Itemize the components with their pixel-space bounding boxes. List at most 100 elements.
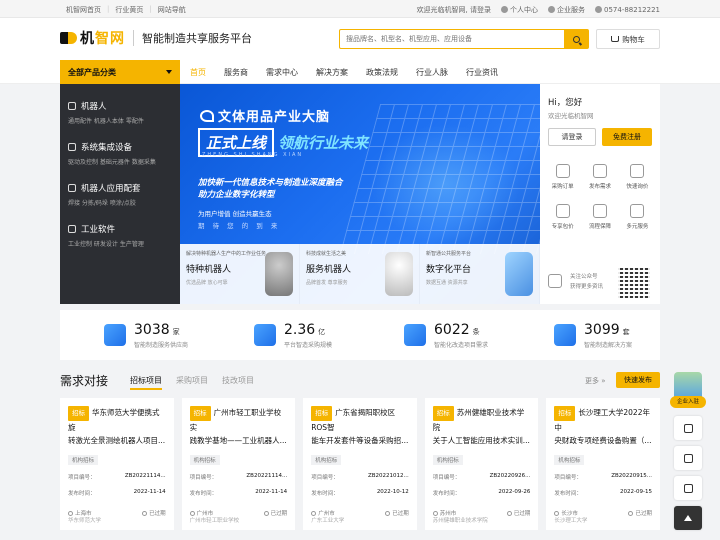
logo-divider [133,30,134,46]
enterprise-link[interactable]: 企业服务 [548,5,585,15]
nav-network[interactable]: 行业人脉 [416,67,448,78]
integration-icon [68,143,76,151]
order-icon [555,164,570,178]
status-badge: 已过期 [513,511,531,517]
demand-card[interactable]: 招标 华东师范大学便携式旋 转激光全景测绘机器人项目... 机构招标 项目编号： ZB… [60,398,174,530]
stat-providers: 3038 家智能制造服务供应商 [60,310,210,360]
nav-demand-center[interactable]: 需求中心 [266,67,298,78]
enterprise-label: 企业服务 [557,6,586,14]
flag-icon [254,324,276,346]
demand-card[interactable]: 招标 长沙理工大学2022年中 央财政专项经费设备购置（... 机构招标 项目编号：… [546,398,660,530]
login-button[interactable]: 请登录 [548,128,596,146]
logo-icon [60,29,78,47]
category-title: 机器人应用配套 [81,184,141,194]
join-button[interactable]: 企业入驻 [670,372,706,410]
nav-policies[interactable]: 政策法规 [366,67,398,78]
top-link-yellowpages[interactable]: 行业黄页 [115,5,143,15]
service-icon [630,204,645,218]
solution-icon [554,324,576,346]
search-button[interactable] [564,30,588,48]
quick-publish-button[interactable]: 快速发布 [616,372,660,388]
category-title: 工业软件 [81,225,116,235]
cart-icon [611,36,620,42]
category-sub: 工业控制 研发设计 生产管理 [68,241,144,248]
tab-renovation[interactable]: 技改项目 [222,375,254,390]
clock-icon [142,511,148,516]
clock-icon [506,511,512,516]
promo-digital-platform[interactable]: 新智通公共服务平台 数字化平台 数据互通 资源共享 [420,244,540,304]
card-title: 招标 长沙理工大学2022年中 央财政专项经费设备购置（... [554,406,652,445]
login-panel: Hi，您好 欢迎光临机智网 请登录 免费注册 采购订单 发布需求 快速询价 专享… [540,84,660,304]
shield-icon [592,204,607,218]
phone-button[interactable] [674,416,702,440]
separator: | [107,5,110,13]
nav-home[interactable]: 首页 [190,67,206,78]
quick-purchase-order[interactable]: 采购订单 [544,164,581,190]
stat-purchase-scale: 2.36 亿平台智造采购规模 [210,310,360,360]
feedback-button[interactable] [674,476,702,500]
more-link[interactable]: 更多 » [585,376,606,386]
quick-process-guarantee[interactable]: 流程保障 [581,204,618,230]
user-center-label: 个人中心 [510,6,539,14]
status-badge: 已过期 [392,511,409,517]
user-center-link[interactable]: 个人中心 [501,5,538,15]
category-robot[interactable]: 机器人 通用配件 机器人本体 零配件 [68,100,144,125]
search-icon [572,35,580,43]
top-bar: 机智网首页 | 行业黄页 | 网站导航 欢迎光临机智网, 请登录 个人中心 企业… [0,0,720,18]
demand-card[interactable]: 招标 广东省揭阳职校区ROS智 能车开发套件等设备采购招... 机构招标 项目编号：… [303,398,417,530]
tab-purchase[interactable]: 采购项目 [176,375,208,390]
category-tag: 机构招标 [189,455,220,465]
category-software[interactable]: 工业软件 工业控制 研发设计 生产管理 [68,223,144,248]
publish-date-row: 发布时间： 2022-09-15 [554,489,652,497]
promo-special-robot[interactable]: 解决特种机器人生产中的工作业任务 特种机器人 优选品牌 放心可靠 [180,244,300,304]
project-no-row: 项目编号： ZB20220915... [554,473,652,481]
promo-service-robot[interactable]: 科技成就生活之美 服务机器人 品牌首发 尊享服务 [300,244,420,304]
all-categories-label: 全部产品分类 [68,68,116,77]
top-link-home[interactable]: 机智网首页 [66,5,101,15]
tender-badge: 招标 [432,406,454,421]
quick-multi-service[interactable]: 多元服务 [619,204,656,230]
card-title: 招标 广州市轻工职业学校实 践教学基地——工业机器人... [189,406,287,445]
category-application[interactable]: 机器人应用配套 焊接 分拣/码垛 喷涂/点胶 [68,182,141,207]
search-input[interactable] [340,30,560,48]
cubes-image [505,252,533,296]
category-tag: 机构招标 [554,455,585,465]
category-title: 机器人 [81,102,107,112]
quick-exclusive-price[interactable]: 专享包价 [544,204,581,230]
back-to-top-button[interactable] [674,506,702,530]
clock-icon [628,511,634,516]
top-link-sitemap[interactable]: 网站导航 [158,5,186,15]
nav-solutions[interactable]: 解决方案 [316,67,348,78]
quick-publish-demand[interactable]: 发布需求 [581,164,618,190]
organization: 广东工业大学 [311,518,345,524]
project-no-row: 项目编号： ZB20220926... [432,473,531,481]
demand-card[interactable]: 招标 广州市轻工职业学校实 践教学基地——工业机器人... 机构招标 项目编号： ZB… [181,398,296,530]
all-categories-button[interactable]: 全部产品分类 [60,60,180,84]
qr-button[interactable] [674,446,702,470]
price-icon [555,204,570,218]
banner-line1: 加快新一代信息技术与制造业深度融合 [198,178,343,188]
demand-card[interactable]: 招标 苏州健雄职业技术学院 关于人工智能应用技术实训... 机构招标 项目编号： ZB… [424,398,539,530]
tender-badge: 招标 [554,406,576,421]
header: 机智网 智能制造共享服务平台 购物车 [0,18,720,60]
nav-news[interactable]: 行业资讯 [466,67,498,78]
project-no-row: 项目编号： ZB20221114... [68,473,166,481]
category-panel: 机器人 通用配件 机器人本体 零配件 系统集成设备 驱动及控制 基础元器件 数据… [60,84,180,304]
nav-providers[interactable]: 服务商 [224,67,248,78]
arrow-up-icon [684,515,692,521]
qr-code [618,266,650,298]
category-integration[interactable]: 系统集成设备 驱动及控制 基础元器件 数据采集 [68,141,156,166]
logo-text: 机智网 [80,31,125,47]
application-icon [68,184,76,192]
welcome-login-link[interactable]: 欢迎光临机智网, 请登录 [417,5,491,15]
cart-label: 购物车 [622,34,645,44]
site-logo[interactable]: 机智网 智能制造共享服务平台 [60,28,252,48]
quick-inquiry[interactable]: 快速询价 [619,164,656,190]
tender-badge: 招标 [189,406,211,421]
register-button[interactable]: 免费注册 [602,128,652,146]
qr-icon [683,453,693,463]
document-icon [404,324,426,346]
tab-tender[interactable]: 招标项目 [130,375,162,390]
status-badge: 已过期 [635,511,652,517]
cart-button[interactable]: 购物车 [596,29,660,49]
